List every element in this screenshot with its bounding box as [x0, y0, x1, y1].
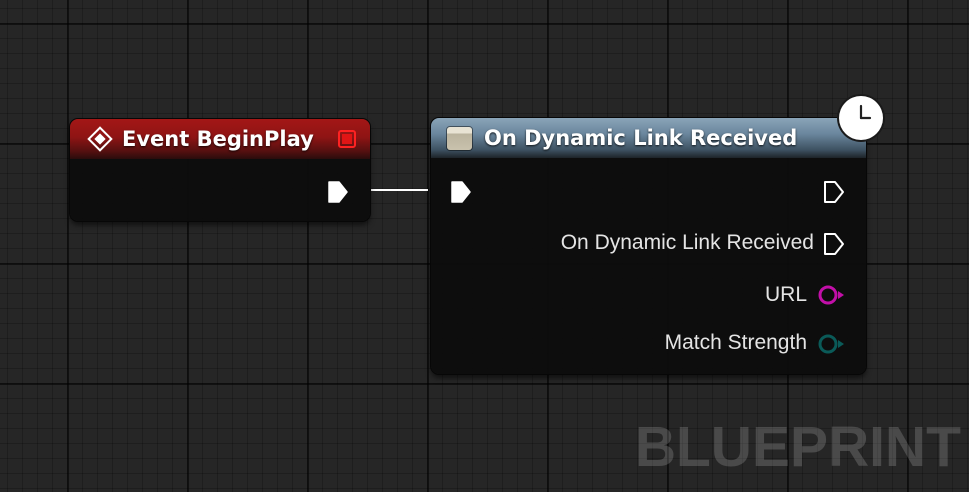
event-beginplay-node[interactable]: Event BeginPlay — [70, 119, 370, 221]
dynamic-link-header[interactable]: On Dynamic Link Received — [431, 118, 866, 158]
url-pin-label: URL — [764, 283, 807, 306]
blueprint-graph-canvas[interactable]: Event BeginPlay On Dynamic Link Received… — [0, 0, 969, 492]
function-icon — [447, 126, 472, 150]
event-diamond-icon — [87, 126, 113, 152]
clock-glyph-icon — [844, 101, 878, 135]
dynamic-link-exec-out-pin[interactable] — [823, 180, 845, 204]
url-string-pin[interactable] — [816, 284, 848, 306]
event-beginplay-header[interactable]: Event BeginPlay — [70, 119, 370, 159]
delegate-pin-fill — [342, 134, 352, 144]
match-strength-enum-pin[interactable] — [816, 333, 848, 355]
match-strength-pin-label: Match Strength — [664, 331, 807, 354]
blueprint-watermark: BLUEPRINT — [634, 415, 961, 479]
on-dynamic-link-received-pin-label: On Dynamic Link Received — [560, 231, 814, 254]
dynamic-link-exec-in-pin[interactable] — [450, 180, 472, 204]
latent-clock-icon — [839, 96, 883, 140]
delegate-output-pin[interactable] — [338, 130, 356, 148]
on-dynamic-link-received-exec-pin[interactable] — [823, 232, 845, 256]
event-exec-out-pin[interactable] — [327, 180, 349, 204]
dynamic-link-title: On Dynamic Link Received — [484, 126, 798, 150]
event-beginplay-title: Event BeginPlay — [122, 127, 314, 151]
